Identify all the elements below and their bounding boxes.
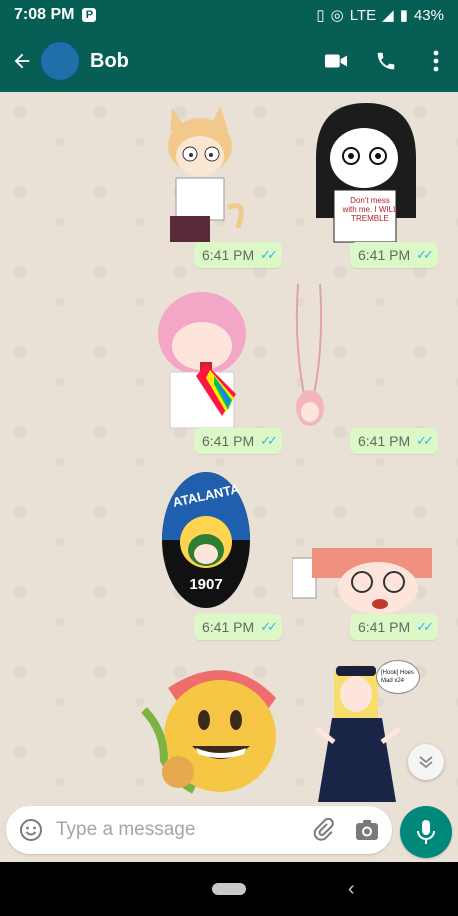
contact-name[interactable]: Bob — [90, 50, 129, 73]
message-time: 6:41 PM — [202, 619, 255, 635]
double-check-icon: ✓✓ — [416, 433, 434, 448]
sticker-cat-girl[interactable] — [150, 98, 250, 244]
hotspot-icon: ◎ — [330, 7, 344, 24]
sticker-tall-girl[interactable] — [290, 284, 330, 430]
back-arrow-icon[interactable] — [10, 49, 34, 73]
double-check-icon: ✓✓ — [416, 619, 434, 634]
system-nav-bar: ‹ — [0, 862, 458, 916]
mic-button[interactable] — [400, 806, 452, 858]
message-meta: 6:41 PM ✓✓ — [194, 614, 282, 640]
network-label: LTE — [349, 6, 377, 24]
status-icons: ▯ ◎ LTE ◢ ▮ 43% — [316, 6, 444, 25]
attach-icon[interactable] — [310, 817, 336, 843]
double-check-icon: ✓✓ — [416, 247, 434, 262]
emoji-icon[interactable] — [18, 817, 44, 843]
battery-percent: 43% — [413, 6, 444, 24]
more-options-icon[interactable] — [424, 49, 448, 73]
video-call-icon[interactable] — [324, 49, 348, 73]
sticker-rainbow-girl[interactable] — [150, 284, 262, 430]
voice-call-icon[interactable] — [374, 49, 398, 73]
message-time: 6:41 PM — [202, 247, 255, 263]
double-check-icon: ✓✓ — [260, 619, 278, 634]
double-check-icon: ✓✓ — [260, 247, 278, 262]
status-bar: 7:08 PM P ▯ ◎ LTE ◢ ▮ 43% — [0, 0, 458, 30]
header-actions — [324, 49, 448, 73]
message-time: 6:41 PM — [358, 247, 411, 263]
message-input[interactable]: Type a message — [56, 819, 292, 841]
battery-icon: ▮ — [399, 7, 408, 24]
camera-icon[interactable] — [354, 817, 380, 843]
chat-header: Bob — [0, 30, 458, 92]
speech-bubble-text: [Hook] Hoes Mad x24 — [381, 670, 415, 684]
double-check-icon: ✓✓ — [260, 433, 278, 448]
chevron-down-icon — [419, 756, 433, 769]
message-meta: 6:41 PM ✓✓ — [194, 428, 282, 454]
sticker-girl-tremble[interactable]: Don't mess with me. I WILL TREMBLE — [296, 98, 428, 244]
message-time: 6:41 PM — [202, 433, 255, 449]
status-time: 7:08 PM — [14, 6, 75, 23]
message-meta: 6:41 PM ✓✓ — [194, 242, 282, 268]
message-composer[interactable]: Type a message — [6, 806, 392, 854]
sticker-atalanta-badge[interactable]: ATALANTA 1907 — [160, 470, 252, 610]
message-meta: 6:41 PM ✓✓ — [350, 428, 438, 454]
home-button[interactable] — [212, 883, 246, 895]
mic-icon — [417, 820, 435, 844]
message-meta: 6:41 PM ✓✓ — [350, 242, 438, 268]
scroll-down-button[interactable] — [408, 744, 444, 780]
message-meta: 6:41 PM ✓✓ — [350, 614, 438, 640]
signal-icon: ◢ — [382, 7, 394, 24]
input-bar: Type a message — [0, 802, 458, 858]
sticker-glasses-girl[interactable] — [292, 548, 432, 614]
sticker-emoji-frog[interactable] — [134, 660, 282, 802]
app-notification-icon: P — [82, 8, 97, 22]
chat-area[interactable]: 6:41 PM ✓✓ Don't mess with me. I WILL TR… — [0, 92, 458, 802]
message-time: 6:41 PM — [358, 433, 411, 449]
speech-bubble: [Hook] Hoes Mad x24 — [376, 660, 420, 694]
avatar[interactable] — [40, 41, 80, 81]
nav-back-icon[interactable]: ‹ — [348, 878, 355, 901]
message-time: 6:41 PM — [358, 619, 411, 635]
sticker-shirt-text: Don't mess with me. I WILL TREMBLE — [342, 196, 398, 223]
vibrate-icon: ▯ — [316, 7, 325, 24]
badge-bottom-text: 1907 — [189, 576, 223, 593]
